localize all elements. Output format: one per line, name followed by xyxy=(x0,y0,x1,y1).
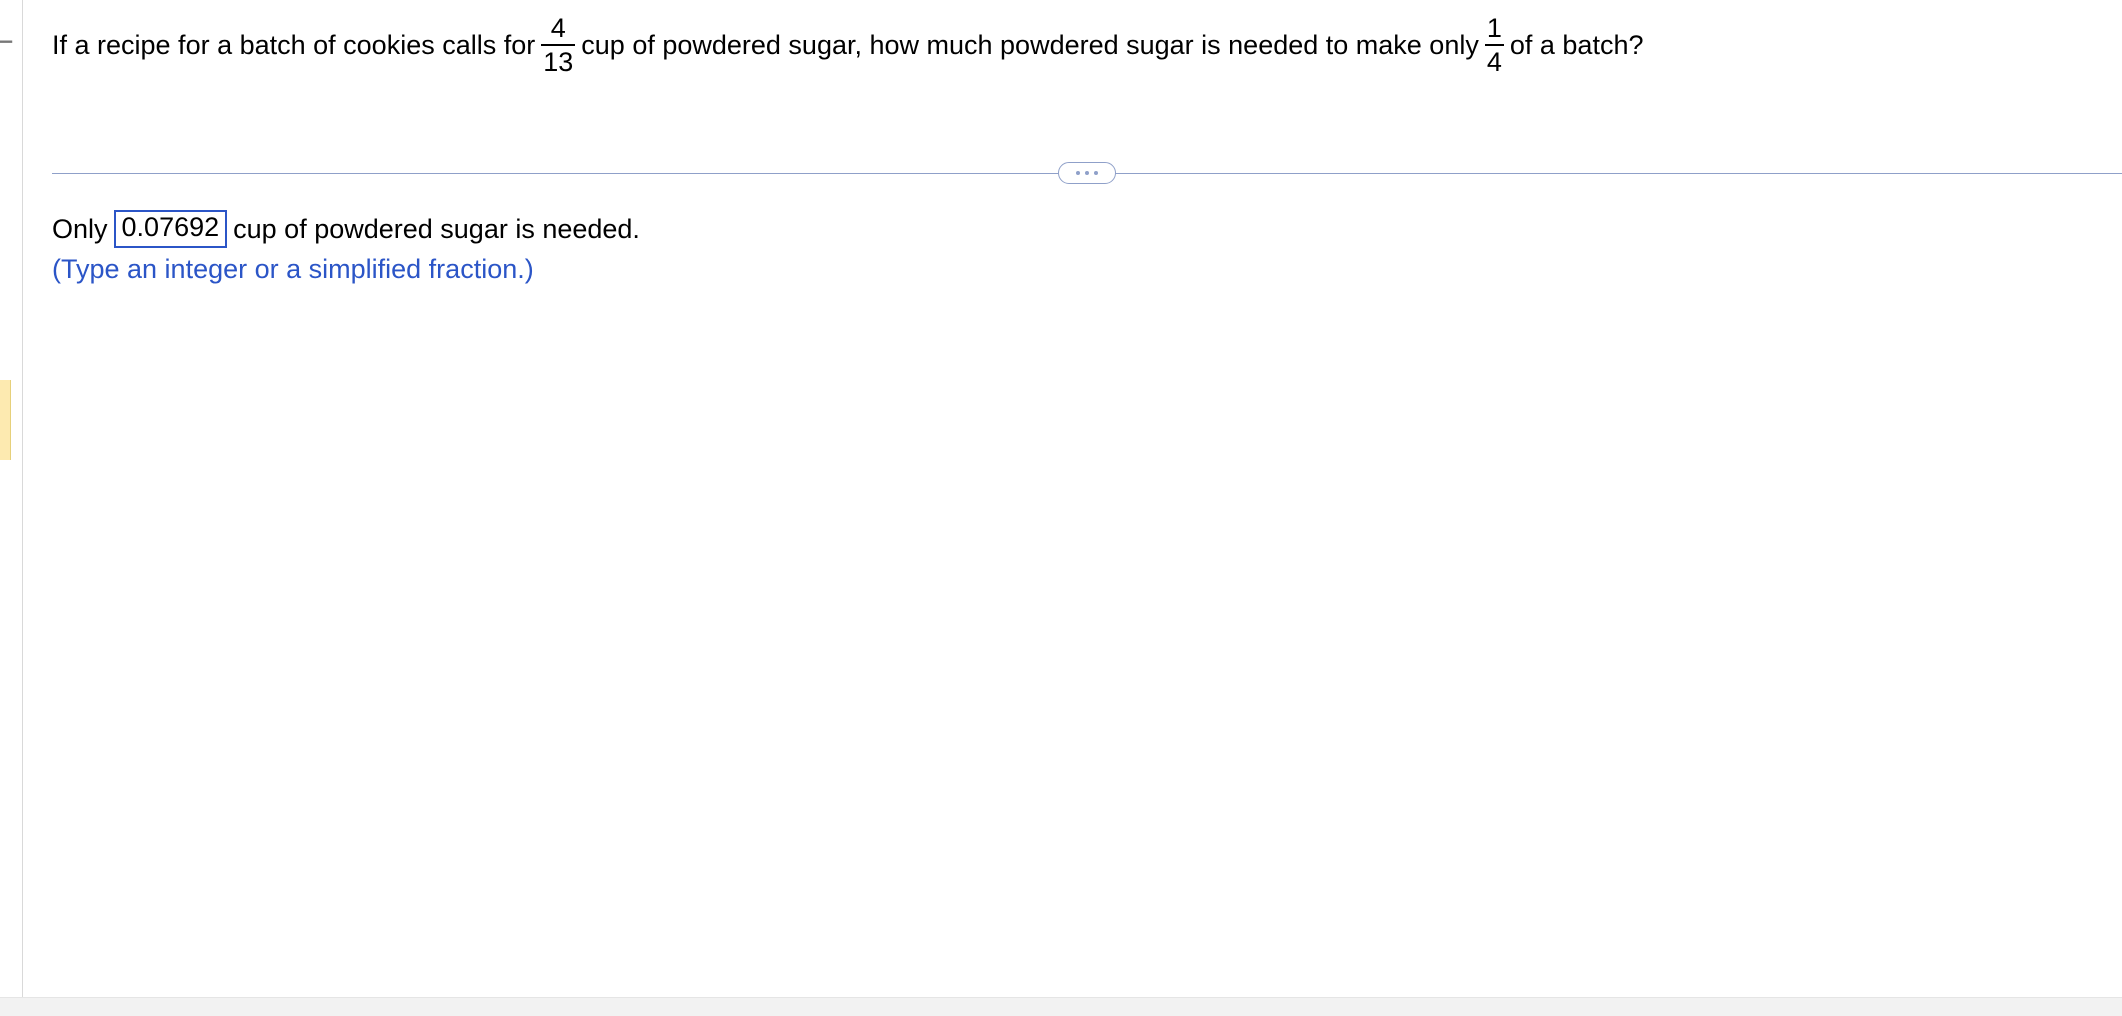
nav-highlight-tab[interactable] xyxy=(0,380,11,460)
fraction-1-bar xyxy=(541,44,575,46)
answer-prefix: Only xyxy=(52,214,108,245)
answer-suffix: cup of powdered sugar is needed. xyxy=(233,214,640,245)
ellipsis-dot-icon xyxy=(1094,171,1098,175)
page-root: − If a recipe for a batch of cookies cal… xyxy=(0,0,2122,1016)
ellipsis-dot-icon xyxy=(1076,171,1080,175)
bottom-bar xyxy=(0,997,2122,1016)
ellipsis-dot-icon xyxy=(1085,171,1089,175)
content-area: If a recipe for a batch of cookies calls… xyxy=(22,0,2122,1016)
fraction-2-numerator: 1 xyxy=(1485,14,1504,42)
section-divider xyxy=(52,162,2122,186)
question-text: If a recipe for a batch of cookies calls… xyxy=(52,14,1643,77)
answer-hint: (Type an integer or a simplified fractio… xyxy=(52,254,640,285)
expand-pill[interactable] xyxy=(1058,162,1116,184)
fraction-2-bar xyxy=(1485,44,1504,46)
answer-area: Only 0.07692 cup of powdered sugar is ne… xyxy=(52,210,640,285)
fraction-1-denominator: 13 xyxy=(541,48,575,76)
answer-input[interactable]: 0.07692 xyxy=(114,210,228,248)
question-part2: cup of powdered sugar, how much powdered… xyxy=(581,30,1479,61)
question-part1: If a recipe for a batch of cookies calls… xyxy=(52,30,535,61)
left-sidebar-edge: − xyxy=(0,0,22,1016)
fraction-1: 4 13 xyxy=(541,14,575,77)
question-part3: of a batch? xyxy=(1510,30,1644,61)
collapse-toggle[interactable]: − xyxy=(0,28,18,56)
fraction-2-denominator: 4 xyxy=(1485,48,1504,76)
answer-line: Only 0.07692 cup of powdered sugar is ne… xyxy=(52,210,640,248)
fraction-1-numerator: 4 xyxy=(549,14,568,42)
fraction-2: 1 4 xyxy=(1485,14,1504,77)
